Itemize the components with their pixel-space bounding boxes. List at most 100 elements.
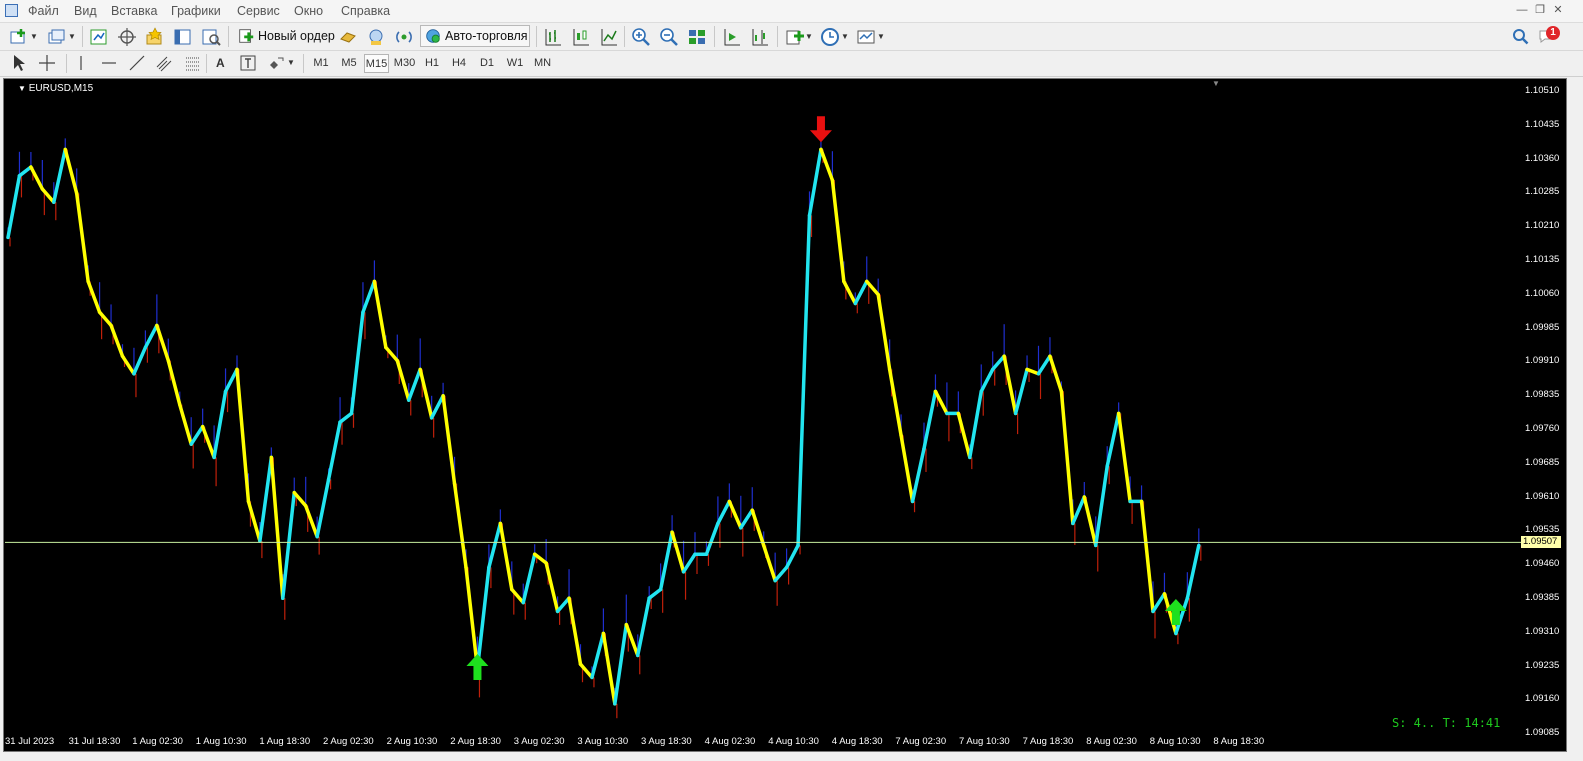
zoom-out-icon[interactable] [659, 27, 679, 47]
horizontal-line-icon[interactable] [99, 53, 119, 73]
price-tick-label: 1.10510 [1525, 85, 1560, 96]
chevron-down-icon[interactable]: ▼ [877, 32, 885, 41]
price-tick-label: 1.09160 [1525, 693, 1560, 705]
templates-icon[interactable] [856, 27, 876, 47]
time-tick-label: 8 Aug 18:30 [1213, 736, 1265, 747]
timeframe-h4[interactable]: H4 [447, 54, 471, 73]
menu-help[interactable]: Справка [341, 4, 390, 18]
price-tick-label: 1.09235 [1525, 659, 1560, 671]
notifications-icon[interactable]: 1 [1538, 26, 1560, 46]
text-tool-icon[interactable]: A [216, 56, 225, 70]
close-icon[interactable]: ✕ [1550, 3, 1566, 18]
cursor-icon[interactable] [9, 53, 29, 73]
chevron-down-icon[interactable]: ▼ [287, 58, 295, 67]
time-tick-label: 3 Aug 18:30 [641, 736, 692, 747]
crosshair-tool-icon[interactable] [37, 53, 57, 73]
timeframe-w1[interactable]: W1 [503, 54, 527, 73]
chart-window[interactable] [3, 78, 1567, 752]
price-tick-label: 1.10435 [1525, 118, 1560, 130]
chart-shift-icon[interactable] [750, 27, 770, 47]
arrows-icon[interactable] [266, 53, 286, 73]
bar-chart-icon[interactable] [543, 27, 563, 47]
price-tick-label: 1.10060 [1525, 287, 1560, 299]
time-tick-label: 4 Aug 18:30 [831, 736, 883, 747]
timeframe-h1[interactable]: H1 [420, 54, 444, 73]
minimize-icon[interactable]: — [1514, 3, 1530, 18]
current-price-label: 1.09507 [1521, 536, 1561, 549]
price-tick-label: 1.09310 [1525, 625, 1560, 637]
periods-clock-icon[interactable] [820, 27, 840, 47]
timeframe-m15[interactable]: M15 [364, 54, 389, 73]
vertical-line-icon[interactable] [71, 53, 91, 73]
status-text: S: 4.. T: 14:41 [1392, 716, 1501, 730]
restore-icon[interactable]: ❐ [1532, 3, 1548, 18]
time-tick-label: 4 Aug 02:30 [704, 736, 756, 747]
auto-trading-button[interactable]: Авто-торговля [420, 25, 530, 47]
chart-shift-marker-icon[interactable]: ▼ [1212, 79, 1220, 88]
auto-trading-label: Авто-торговля [445, 29, 528, 43]
tile-windows-icon[interactable] [687, 27, 707, 47]
toolbar-separator [206, 54, 207, 73]
time-tick-label: 1 Aug 18:30 [259, 736, 311, 747]
timeframe-m1[interactable]: M1 [309, 54, 333, 73]
new-chart-icon[interactable] [9, 27, 29, 47]
time-tick-label: 31 Jul 18:30 [68, 736, 121, 747]
timeframe-mn[interactable]: MN [530, 54, 555, 73]
menu-tools[interactable]: Сервис [237, 4, 280, 18]
timeframe-m30[interactable]: M30 [392, 54, 417, 73]
gold-bars-icon[interactable] [338, 27, 358, 47]
price-tick-label: 1.09910 [1525, 355, 1560, 367]
time-tick-label: 4 Aug 10:30 [768, 736, 819, 747]
chevron-down-icon[interactable]: ▼ [30, 32, 38, 41]
price-tick-label: 1.09760 [1525, 423, 1560, 434]
line-chart-icon[interactable] [599, 27, 619, 47]
price-tick-label: 1.09460 [1525, 558, 1560, 570]
time-tick-label: 2 Aug 02:30 [323, 736, 374, 747]
equidistant-channel-icon[interactable] [155, 53, 175, 73]
time-tick-label: 8 Aug 10:30 [1149, 736, 1201, 747]
auto-scroll-icon[interactable] [722, 27, 742, 47]
menu-charts[interactable]: Графики [171, 4, 221, 18]
chevron-down-icon[interactable]: ▼ [805, 32, 813, 41]
notification-count-badge: 1 [1546, 26, 1560, 40]
menu-view[interactable]: Вид [74, 4, 97, 18]
new-order-icon [239, 29, 254, 43]
strategy-tester-icon[interactable] [201, 27, 221, 47]
timeframe-d1[interactable]: D1 [475, 54, 499, 73]
search-icon[interactable] [1511, 27, 1531, 47]
time-tick-label: 1 Aug 02:30 [132, 736, 183, 747]
navigator-icon[interactable] [145, 27, 165, 47]
timeframe-m5[interactable]: M5 [337, 54, 361, 73]
signal-broadcast-icon[interactable] [394, 27, 414, 47]
candlestick-chart-icon[interactable] [571, 27, 591, 47]
chevron-down-icon[interactable]: ▼ [68, 32, 76, 41]
market-signals-icon[interactable] [366, 27, 386, 47]
app-icon[interactable] [5, 4, 18, 17]
time-tick-label: 2 Aug 10:30 [386, 736, 438, 747]
line-studies-toolbar: A ▼ M1 M5 M15 M30 H1 H4 D1 W1 MN [0, 51, 1583, 77]
trendline-icon[interactable] [127, 53, 147, 73]
menu-insert[interactable]: Вставка [111, 4, 157, 18]
price-tick-label: 1.09985 [1525, 321, 1560, 333]
menu-window[interactable]: Окно [294, 4, 323, 18]
time-tick-label: 3 Aug 10:30 [577, 736, 629, 747]
terminal-icon[interactable] [173, 27, 193, 47]
new-order-button[interactable]: Новый ордер [233, 25, 335, 47]
toolbar-separator [536, 26, 537, 47]
price-tick-label: 1.09685 [1525, 456, 1560, 468]
market-watch-icon[interactable] [89, 27, 109, 47]
zoom-in-icon[interactable] [631, 27, 651, 47]
chevron-down-icon[interactable]: ▼ [841, 32, 849, 41]
time-tick-label: 7 Aug 10:30 [959, 736, 1010, 747]
toolbar-separator [777, 26, 778, 47]
profiles-icon[interactable] [47, 27, 67, 47]
chevron-down-icon[interactable]: ▼ [18, 84, 26, 93]
menu-file[interactable]: Файл [28, 4, 59, 18]
toolbar-separator [303, 54, 304, 73]
fibonacci-icon[interactable] [183, 53, 203, 73]
toolbar-separator [624, 26, 625, 47]
indicators-icon[interactable] [785, 27, 805, 47]
price-tick-label: 1.09535 [1525, 524, 1560, 536]
text-label-icon[interactable] [238, 53, 258, 73]
crosshair-icon[interactable] [117, 27, 137, 47]
